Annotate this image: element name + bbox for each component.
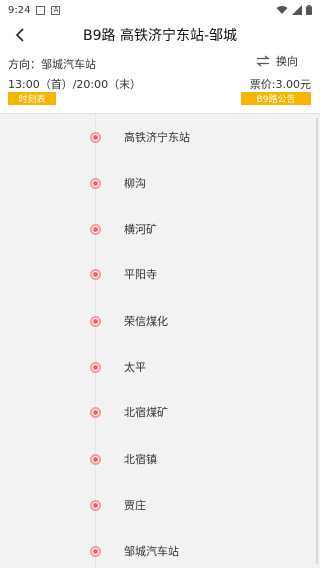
stop-name: 柳沟 [124,177,146,190]
back-button[interactable] [8,23,32,47]
timetable-button[interactable]: 时刻表 [8,92,56,105]
stop-marker-icon [90,406,101,418]
stop-list[interactable]: 高铁济宁东站 柳沟 横河矿 平阳寺 荣信煤化 太平 北宿煤矿 北宿镇 贾庄 邹城… [0,113,320,568]
stop-name: 平阳寺 [124,268,157,281]
swap-direction-label: 换向 [276,55,298,68]
stop-name: 北宿镇 [124,453,157,466]
stop-marker-icon [90,223,101,235]
stop-item[interactable]: 横河矿 [0,214,320,244]
stop-marker-icon [90,545,101,557]
stop-marker-icon [90,177,101,189]
stop-name: 太平 [124,361,146,374]
stop-marker-icon [90,361,101,373]
stop-item[interactable]: 柳沟 [0,168,320,198]
direction-text: 方向：邹城汽车站 [8,58,96,71]
stop-item[interactable]: 平阳寺 [0,259,320,289]
stop-item[interactable]: 贾庄 [0,490,320,520]
stop-name: 邹城汽车站 [124,545,179,558]
page-title: B9路 高铁济宁东站-邹城 [82,28,237,44]
status-bar: 9:24 A [0,0,320,20]
stop-name: 高铁济宁东站 [124,131,190,144]
a-icon: A [51,5,61,15]
title-bar: B9路 高铁济宁东站-邹城 [0,20,320,50]
stop-marker-icon [90,315,101,327]
battery-icon [306,5,312,15]
stop-item[interactable]: 太平 [0,352,320,382]
chevron-left-icon [15,28,24,42]
status-left: 9:24 A [8,4,61,16]
notification-box-icon [36,5,46,15]
stop-name: 北宿煤矿 [124,406,168,419]
stop-name: 贾庄 [124,499,146,512]
wifi-icon [276,6,288,14]
stop-item[interactable]: 北宿镇 [0,444,320,474]
cellular-icon [292,5,302,15]
status-right [276,5,312,15]
swap-arrows-icon [256,55,270,67]
scrollbar[interactable] [316,118,318,564]
stop-marker-icon [90,268,101,280]
screen: 9:24 A B9路 高铁济宁东站-邹城 方向：邹城汽车站 换向 13:00（首… [0,0,320,568]
stop-item[interactable]: 北宿煤矿 [0,397,320,427]
stop-item[interactable]: 荣信煤化 [0,306,320,336]
stop-item[interactable]: 高铁济宁东站 [0,122,320,152]
stop-name: 荣信煤化 [124,315,168,328]
swap-direction-button[interactable]: 换向 [256,53,298,69]
fare-price: 票价:3.00元 [249,78,311,91]
stop-marker-icon [90,131,101,143]
stop-marker-icon [90,453,101,465]
stop-item[interactable]: 邹城汽车站 [0,536,320,566]
route-notice-button[interactable]: B9路公告 [241,92,311,105]
stop-marker-icon [90,499,101,511]
operating-hours: 13:00（首）/20:00（末） [8,78,142,91]
status-time: 9:24 [8,4,31,16]
stop-name: 横河矿 [124,223,157,236]
